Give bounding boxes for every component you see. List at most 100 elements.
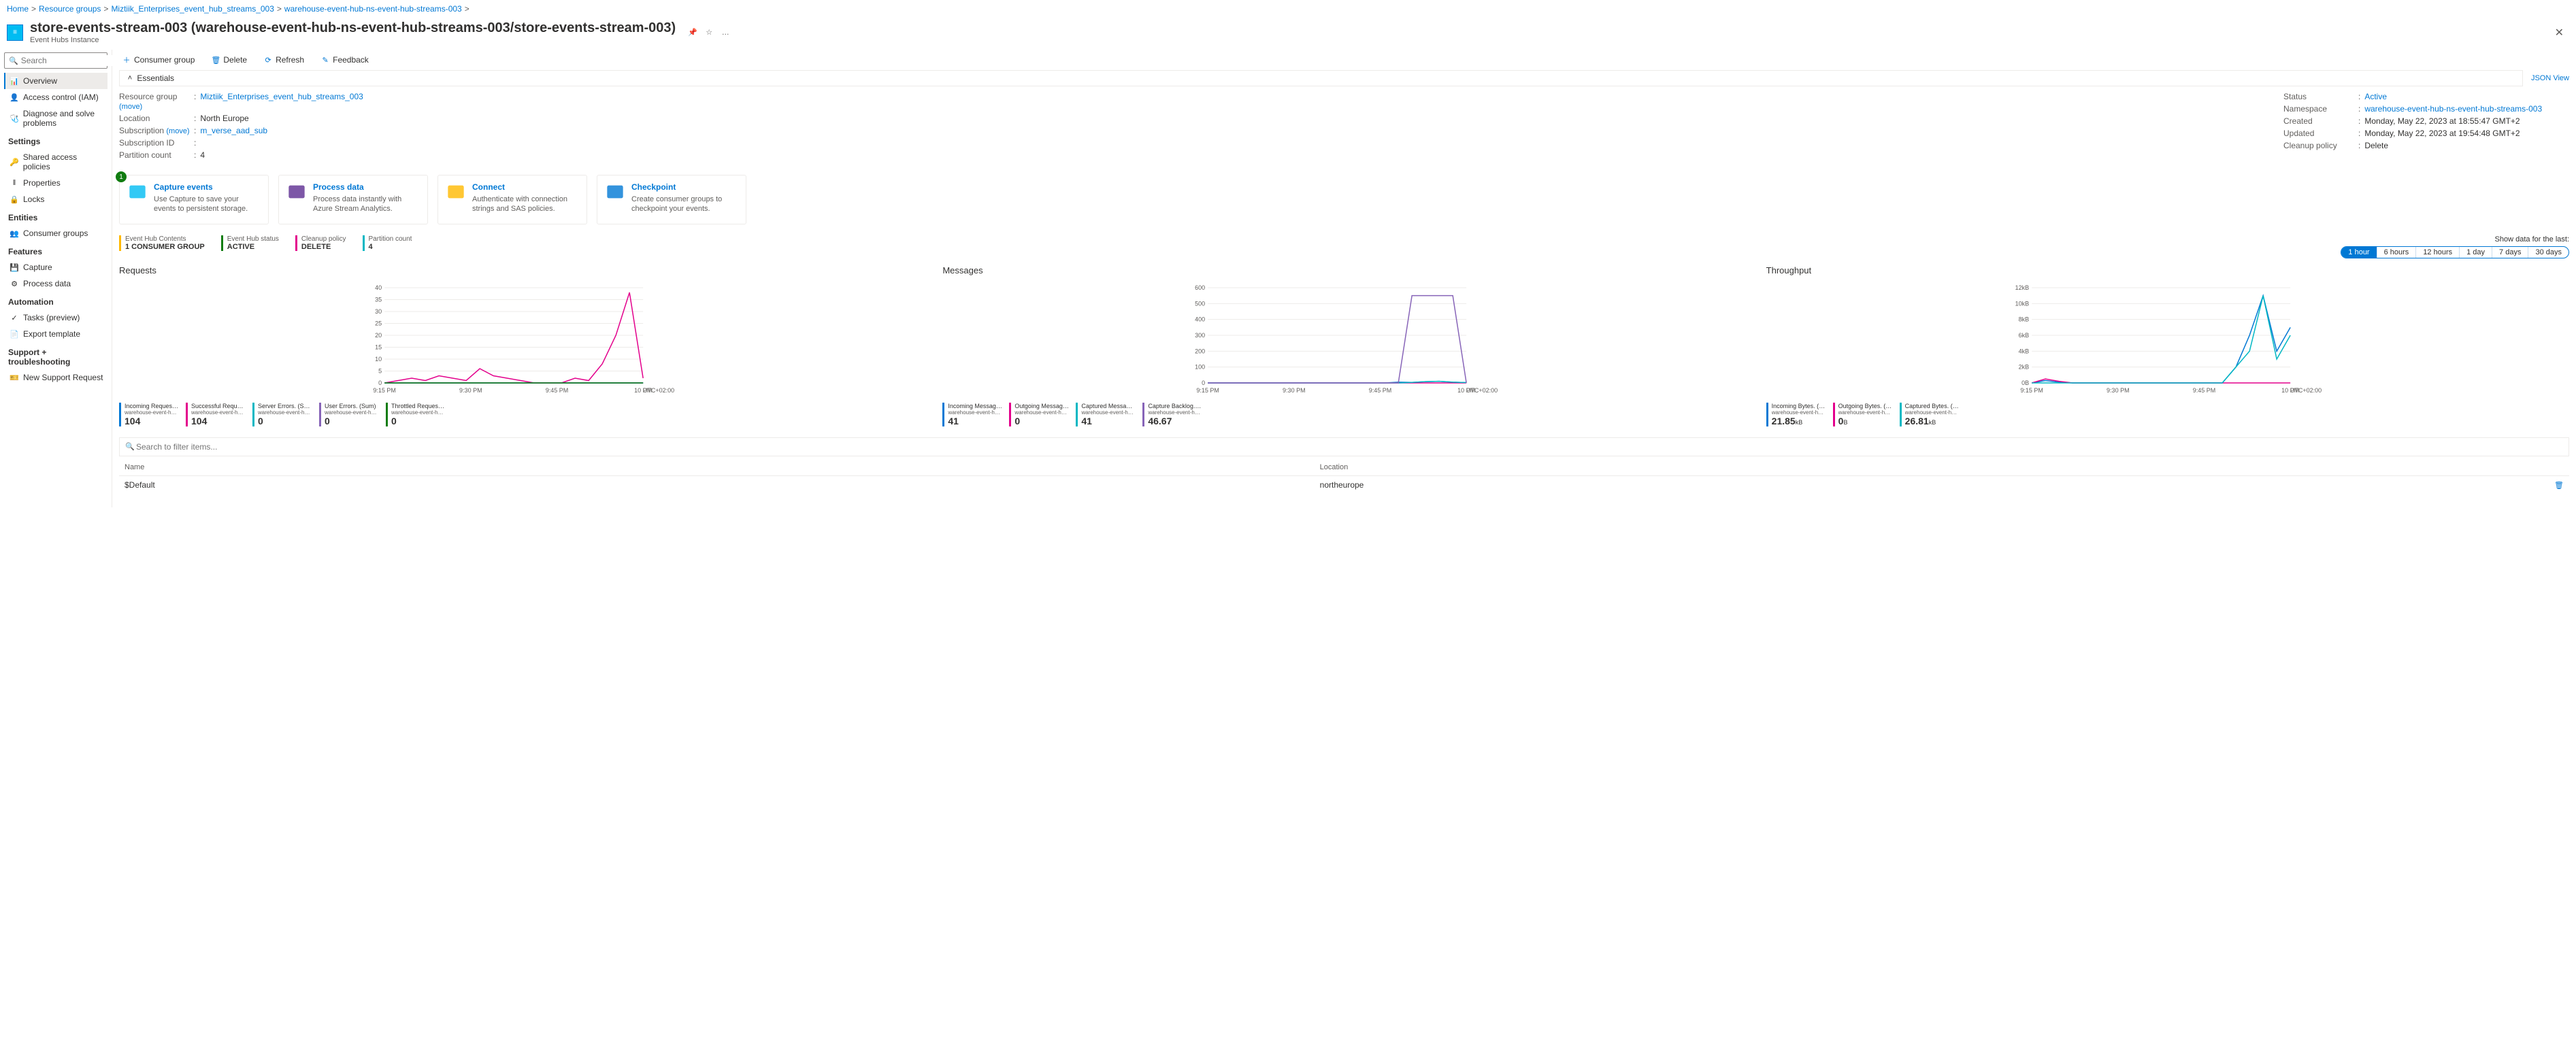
sidebar-item-diagnose-and-solve-problems[interactable]: 🩺Diagnose and solve problems [4,105,108,131]
legend-item: Successful Requests ... warehouse-event-… [186,403,246,426]
sidebar-item-shared-access-policies[interactable]: 🔑Shared access policies [4,149,108,175]
col-name[interactable]: Name [125,463,1320,471]
add-consumer-group-button[interactable]: ＋Consumer group [119,54,197,66]
svg-text:0: 0 [1202,380,1205,386]
crumb-rg[interactable]: Resource groups [39,4,101,14]
time-pill-1-day[interactable]: 1 day [2460,247,2492,258]
svg-text:25: 25 [375,320,382,326]
time-pill-1-hour[interactable]: 1 hour [2341,247,2377,258]
svg-text:5: 5 [378,367,382,374]
ess-value: 4 [200,150,205,160]
feedback-button[interactable]: ✎Feedback [318,54,371,66]
svg-text:10: 10 [375,356,382,363]
chart-throughput[interactable]: Throughput0B2kB4kB6kB8kB10kB12kB9:15 PM9… [1766,265,2569,426]
capture-icon: 💾 [10,263,19,272]
time-range: Show data for the last: 1 hour6 hours12 … [2341,235,2569,258]
chart-requests[interactable]: Requests05101520253035409:15 PM9:30 PM9:… [119,265,922,426]
time-pill-30-days[interactable]: 30 days [2528,247,2569,258]
star-icon[interactable]: ☆ [704,28,714,37]
time-range-label: Show data for the last: [2341,235,2569,243]
move-link[interactable]: (move) [119,103,142,111]
tasks-icon: ✓ [10,313,19,322]
legend-title: Captured Messages (... [1081,403,1136,409]
trash-icon: 🗑 [211,55,220,65]
essentials-toggle[interactable]: ˄ Essentials [119,70,2523,86]
svg-text:200: 200 [1195,348,1205,354]
svg-text:400: 400 [1195,316,1205,322]
svg-text:9:15 PM: 9:15 PM [373,387,396,394]
sidebar-item-capture[interactable]: 💾Capture [4,259,108,275]
nav-section: Automation [4,292,108,309]
delete-button[interactable]: 🗑Delete [208,54,250,66]
time-pill-12-hours[interactable]: 12 hours [2416,247,2460,258]
action-cards: 1Capture eventsUse Capture to save your … [119,175,2569,224]
feedback-icon: ✎ [320,55,330,65]
crumb-home[interactable]: Home [7,4,29,14]
breadcrumb: Home> Resource groups> Miztiik_Enterpris… [0,0,2576,18]
nav-section: Support + troubleshooting [4,342,108,369]
legend-value: 0 [258,416,312,426]
table-row[interactable]: $Default northeurope 🗑 [119,476,2569,494]
lock-icon: 🔒 [10,195,19,204]
refresh-button[interactable]: ⟳Refresh [261,54,307,66]
delete-icon[interactable]: 🗑 [2554,480,2564,490]
sidebar-item-overview[interactable]: 📊Overview [4,73,108,89]
card-process-data[interactable]: Process dataProcess data instantly with … [278,175,428,224]
sidebar: 🔍 📊Overview👤Access control (IAM)🩺Diagnos… [0,50,112,507]
ess-value: Monday, May 22, 2023 at 18:55:47 GMT+2 [2364,116,2520,126]
sidebar-item-label: Consumer groups [23,229,88,238]
legend-item: Server Errors. (Sum) warehouse-event-hub… [252,403,312,426]
kpi-value: Delete [301,243,346,251]
ess-link[interactable]: Active [2364,92,2387,101]
kpi: Partition count4 [363,235,412,251]
svg-text:0B: 0B [2021,380,2029,386]
card-title: Checkpoint [631,182,738,192]
svg-text:600: 600 [1195,284,1205,291]
card-capture-events[interactable]: 1Capture eventsUse Capture to save your … [119,175,269,224]
support-icon: 🎫 [10,373,19,382]
sidebar-item-consumer-groups[interactable]: 👥Consumer groups [4,225,108,241]
svg-text:UTC+02:00: UTC+02:00 [1466,387,1498,394]
ess-value: Delete [2364,141,2388,150]
sidebar-item-properties[interactable]: ‖ Properties [4,175,108,191]
sidebar-item-label: Properties [23,178,61,188]
ess-label: Created [2283,116,2358,126]
sidebar-item-label: Tasks (preview) [23,313,80,322]
kpi: Event Hub statusActive [221,235,279,251]
filter-input[interactable] [135,441,2563,453]
card-connect[interactable]: ConnectAuthenticate with connection stri… [437,175,587,224]
ess-link[interactable]: m_verse_aad_sub [200,126,267,135]
sidebar-item-process-data[interactable]: ⚙Process data [4,275,108,292]
json-view-link[interactable]: JSON View [2531,74,2569,82]
legend-sub: warehouse-event-hub-... [1838,409,1893,416]
props-icon: ‖ [10,178,19,188]
col-location[interactable]: Location [1320,463,2550,471]
sidebar-item-locks[interactable]: 🔒Locks [4,191,108,207]
sidebar-item-label: Shared access policies [23,152,103,171]
crumb-ns[interactable]: warehouse-event-hub-ns-event-hub-streams… [284,4,462,14]
legend-title: User Errors. (Sum) [325,403,379,409]
legend-sub: warehouse-event-hub-... [1772,409,1826,416]
card-checkpoint[interactable]: CheckpointCreate consumer groups to chec… [597,175,746,224]
sidebar-search[interactable]: 🔍 [4,52,108,69]
filter-row[interactable]: 🔍 [119,437,2569,456]
sidebar-item-access-control-iam-[interactable]: 👤Access control (IAM) [4,89,108,105]
ess-label: Location [119,114,194,123]
pin-icon[interactable]: 📌 [688,28,697,37]
chart-messages[interactable]: Messages01002003004005006009:15 PM9:30 P… [942,265,1745,426]
more-icon[interactable]: … [721,28,730,37]
svg-text:9:45 PM: 9:45 PM [1369,387,1392,394]
card-icon [287,182,306,201]
sidebar-item-export-template[interactable]: 📄Export template [4,326,108,342]
ess-link[interactable]: Miztiik_Enterprises_event_hub_streams_00… [200,92,363,111]
move-link[interactable]: (move) [166,127,189,135]
legend-value: 0 [325,416,379,426]
close-button[interactable]: ✕ [2549,23,2569,42]
ess-link[interactable]: warehouse-event-hub-ns-event-hub-streams… [2364,104,2542,114]
sidebar-item-new-support-request[interactable]: 🎫New Support Request [4,369,108,386]
sidebar-item-tasks-preview-[interactable]: ✓ Tasks (preview) [4,309,108,326]
time-pill-6-hours[interactable]: 6 hours [2377,247,2417,258]
crumb-rg-name[interactable]: Miztiik_Enterprises_event_hub_streams_00… [111,4,274,14]
time-pill-7-days[interactable]: 7 days [2492,247,2528,258]
card-title: Process data [313,182,419,192]
